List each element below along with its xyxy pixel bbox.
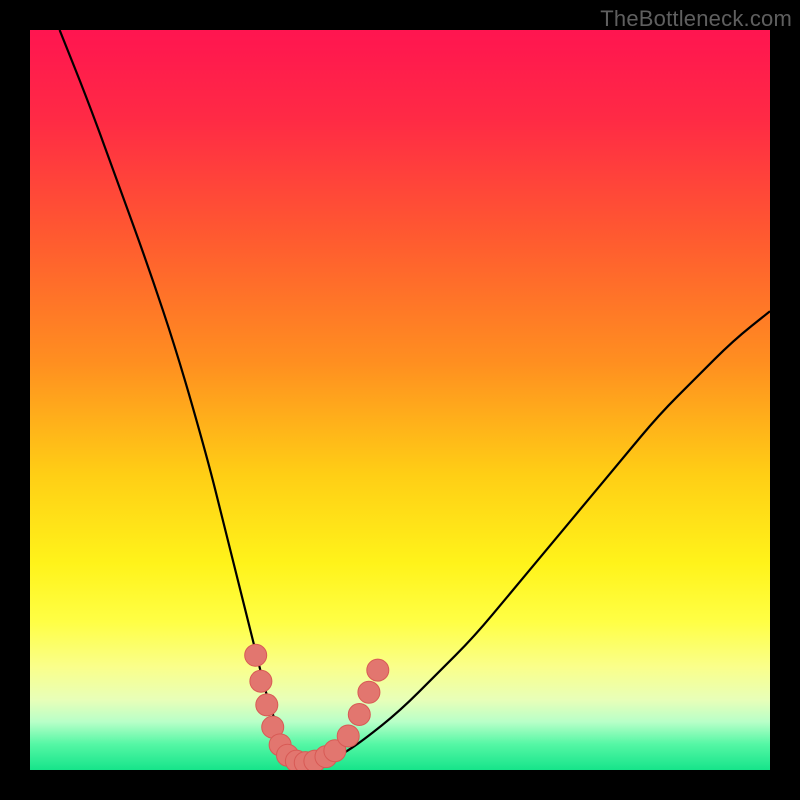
bottleneck-chart [30,30,770,770]
outer-frame: TheBottleneck.com [0,0,800,800]
curve-marker [256,694,278,716]
curve-marker [358,681,380,703]
plot-area [30,30,770,770]
gradient-background [30,30,770,770]
watermark-text: TheBottleneck.com [600,6,792,32]
curve-marker [367,659,389,681]
curve-marker [250,670,272,692]
curve-marker [348,704,370,726]
curve-marker [245,644,267,666]
curve-marker [337,725,359,747]
